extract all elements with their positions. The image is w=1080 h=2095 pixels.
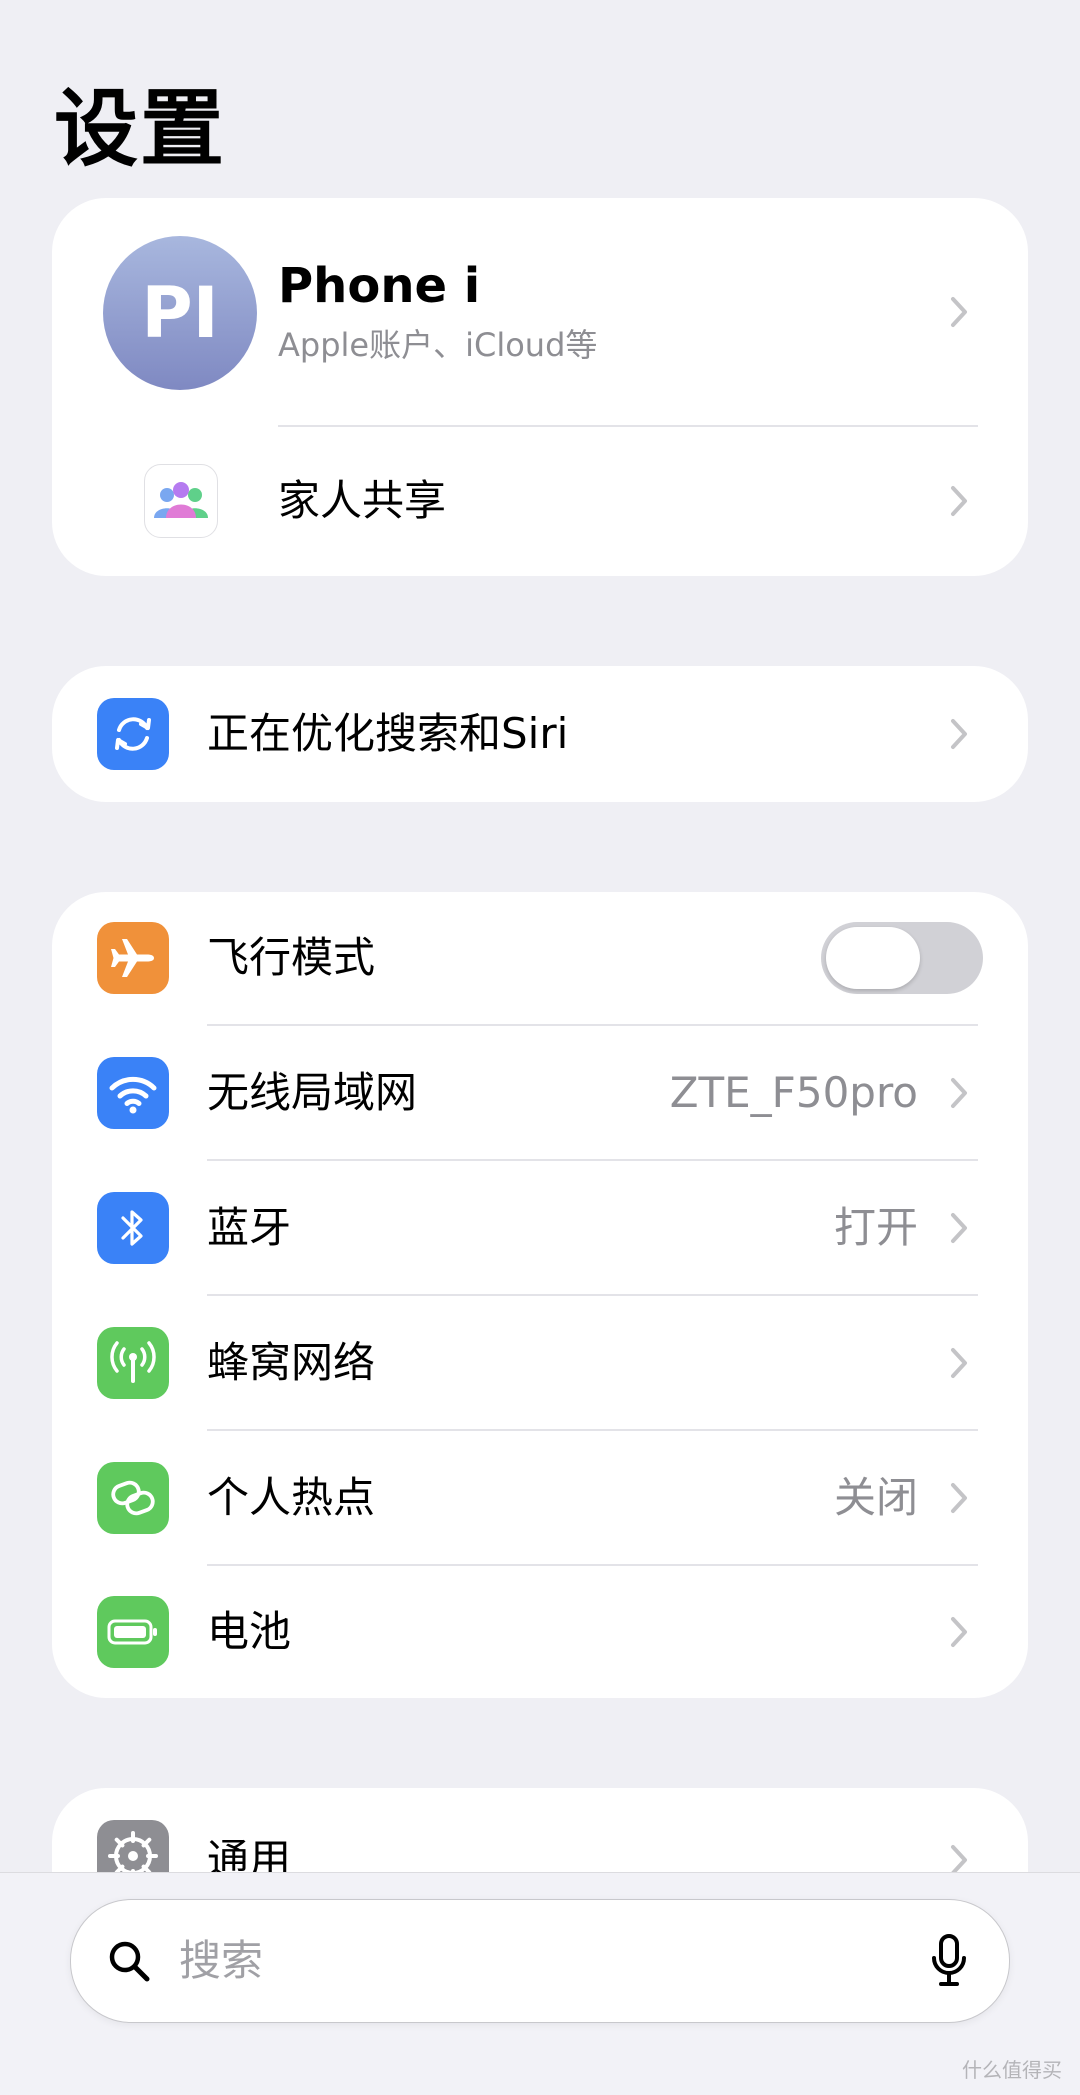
search-placeholder: 搜索 (179, 1936, 264, 1985)
refresh-icon (97, 698, 169, 770)
network-card: 飞行模式 无线局域网 ZTE_F50pro 蓝牙 打开 蜂窝网络 个人热点 关闭… (52, 892, 1028, 1698)
search-icon (109, 1941, 150, 1982)
chevron-right-icon (951, 1348, 967, 1378)
avatar: PI (103, 236, 257, 390)
family-icon (144, 464, 218, 538)
chevron-right-icon (951, 1078, 967, 1108)
wifi-row[interactable]: 无线局域网 ZTE_F50pro (52, 1026, 1028, 1159)
battery-row[interactable]: 电池 (52, 1566, 1028, 1698)
wifi-label: 无线局域网 (207, 1068, 418, 1117)
chevron-right-icon (951, 1213, 967, 1243)
bluetooth-icon (97, 1192, 169, 1264)
hotspot-row[interactable]: 个人热点 关闭 (52, 1431, 1028, 1564)
siri-label: 正在优化搜索和Siri (207, 709, 569, 758)
account-row[interactable]: PI Phone i Apple账户、iCloud等 (52, 198, 1028, 426)
account-name: Phone i (278, 258, 481, 314)
bottom-search-bar: 搜索 什么值得买 (0, 1872, 1080, 2095)
family-sharing-label: 家人共享 (278, 476, 447, 525)
cellular-row[interactable]: 蜂窝网络 (52, 1296, 1028, 1429)
page-title: 设置 (54, 80, 227, 178)
bluetooth-status: 打开 (833, 1203, 918, 1252)
chevron-right-icon (951, 719, 967, 749)
wifi-network-name: ZTE_F50pro (669, 1068, 918, 1117)
toggle-knob (826, 927, 920, 989)
airplane-icon (97, 922, 169, 994)
siri-card: 正在优化搜索和Siri (52, 666, 1028, 802)
hotspot-status: 关闭 (833, 1473, 918, 1522)
chevron-right-icon (951, 1617, 967, 1647)
chevron-right-icon (951, 297, 967, 327)
chain-link-icon (97, 1462, 169, 1534)
battery-icon (97, 1596, 169, 1668)
search-field[interactable]: 搜索 (70, 1899, 1010, 2023)
hotspot-label: 个人热点 (207, 1473, 376, 1522)
family-sharing-row[interactable]: 家人共享 (52, 427, 1028, 576)
airplane-mode-row: 飞行模式 (52, 892, 1028, 1024)
bluetooth-row[interactable]: 蓝牙 打开 (52, 1161, 1028, 1294)
microphone-icon[interactable] (929, 1933, 969, 1989)
watermark: 什么值得买 (962, 2058, 1062, 2082)
antenna-icon (97, 1327, 169, 1399)
wifi-icon (97, 1057, 169, 1129)
account-subtitle: Apple账户、iCloud等 (278, 326, 598, 364)
siri-row[interactable]: 正在优化搜索和Siri (52, 666, 1028, 802)
chevron-right-icon (951, 486, 967, 516)
airplane-mode-toggle[interactable] (821, 922, 983, 994)
battery-label: 电池 (207, 1607, 292, 1656)
airplane-mode-label: 飞行模式 (207, 933, 376, 982)
chevron-right-icon (951, 1483, 967, 1513)
account-card: PI Phone i Apple账户、iCloud等 家人共享 (52, 198, 1028, 576)
cellular-label: 蜂窝网络 (207, 1338, 376, 1387)
bluetooth-label: 蓝牙 (207, 1203, 292, 1252)
